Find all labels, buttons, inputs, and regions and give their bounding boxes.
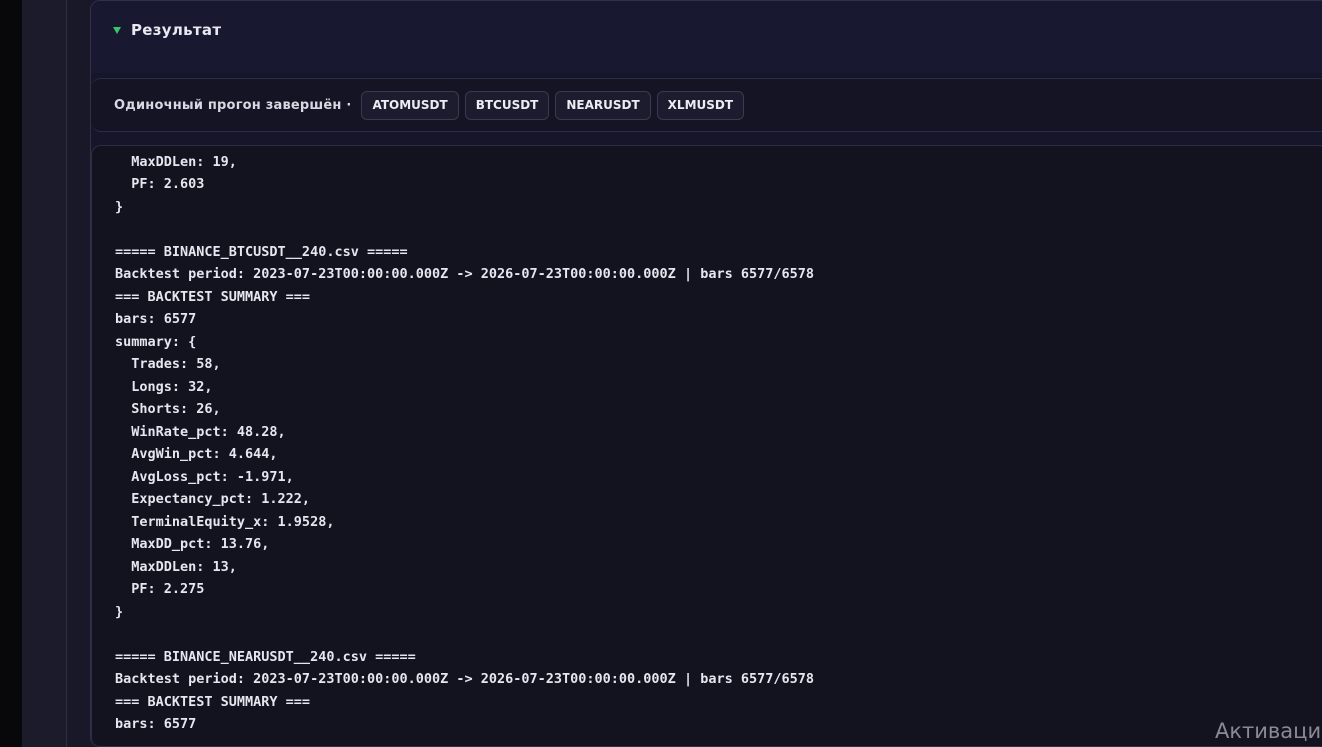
- symbol-chip-nearusdt[interactable]: NEARUSDT: [555, 90, 651, 120]
- log-line: }: [115, 603, 124, 620]
- activation-watermark: Активаци: [1215, 719, 1322, 743]
- log-line: Backtest period: 2023-07-23T00:00:00.000…: [115, 671, 814, 687]
- log-line: PF: 2.275: [115, 581, 205, 597]
- log-line: bars: 6577: [115, 716, 197, 732]
- symbol-chip-btcusdt[interactable]: BTCUSDT: [464, 90, 550, 120]
- log-line: MaxDD_pct: 13.76,: [115, 536, 270, 552]
- log-line: Backtest period: 2023-07-23T00:00:00.000…: [115, 266, 814, 282]
- result-title: Результат: [131, 21, 222, 39]
- log-line: MaxDDLen: 19,: [115, 153, 237, 170]
- log-line: === BACKTEST SUMMARY ===: [115, 288, 311, 305]
- log-line: WinRate_pct: 48.28,: [115, 423, 286, 440]
- screen-edge: [0, 0, 22, 747]
- log-line: ===== BINANCE_NEARUSDT__240.csv =====: [115, 648, 416, 665]
- run-status-bar: Одиночный прогон завершён · ATOMUSDT BTC…: [91, 78, 1322, 132]
- result-panel-header: Результат: [91, 1, 1322, 73]
- log-line: AvgWin_pct: 4.644,: [115, 446, 278, 462]
- log-line: Expectancy_pct: 1.222,: [115, 491, 311, 507]
- log-line: TerminalEquity_x: 1.9528,: [115, 513, 335, 530]
- log-line: bars: 6577: [115, 311, 197, 327]
- log-text: MaxDD_pct: 30.33, MaxDDLen: 19, PF: 2.60…: [115, 146, 814, 736]
- log-line: Longs: 32,: [115, 378, 213, 395]
- log-line: MaxDDLen: 13,: [115, 558, 237, 575]
- log-line: PF: 2.603: [115, 176, 205, 192]
- triangle-down-icon: [113, 26, 121, 34]
- symbol-chip-atomusdt[interactable]: ATOMUSDT: [361, 90, 459, 120]
- log-line: Shorts: 26,: [115, 401, 221, 417]
- run-status-text: Одиночный прогон завершён ·: [114, 97, 352, 113]
- symbol-chip-xlmusdt[interactable]: XLMUSDT: [656, 90, 745, 120]
- log-line: === BACKTEST SUMMARY ===: [115, 693, 311, 710]
- result-collapse-toggle[interactable]: Результат: [113, 21, 221, 39]
- log-output[interactable]: MaxDD_pct: 30.33, MaxDDLen: 19, PF: 2.60…: [91, 145, 1322, 746]
- result-panel: Результат Одиночный прогон завершён · AT…: [90, 0, 1322, 747]
- log-line: summary: {: [115, 333, 197, 350]
- log-line: ===== BINANCE_BTCUSDT__240.csv =====: [115, 243, 408, 260]
- log-line: AvgLoss_pct: -1.971,: [115, 468, 294, 485]
- app-window: Результат Одиночный прогон завершён · AT…: [0, 0, 1322, 747]
- log-line: }: [115, 198, 124, 215]
- log-line: Trades: 58,: [115, 356, 221, 372]
- left-sidebar-rail: [22, 0, 67, 747]
